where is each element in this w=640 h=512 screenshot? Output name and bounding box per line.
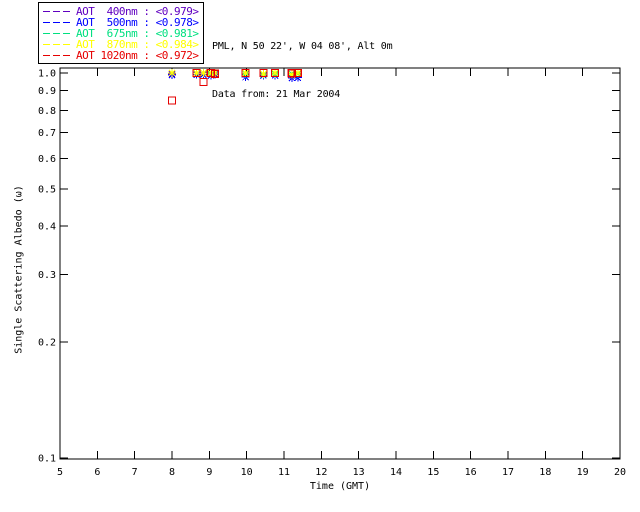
legend-dash-line xyxy=(43,22,72,23)
y-axis-label: Single Scattering Albedo (ω) xyxy=(13,185,25,354)
x-tick-label: 5 xyxy=(57,467,63,478)
y-tick-label: 1.0 xyxy=(38,69,56,80)
x-tick-label: 10 xyxy=(241,467,253,478)
site-info: PML, N 50 22', W 04 08', Alt 0m xyxy=(212,41,393,52)
x-tick-label: 20 xyxy=(614,467,626,478)
data-marker-square xyxy=(199,77,208,87)
x-axis-label: Time (GMT) xyxy=(309,481,371,492)
y-tick-label: 0.7 xyxy=(38,128,56,139)
y-tick-label: 0.4 xyxy=(38,222,56,233)
x-tick-label: 9 xyxy=(206,467,212,478)
x-tick-label: 6 xyxy=(94,467,100,478)
x-tick-label: 11 xyxy=(278,467,290,478)
x-tick-label: 19 xyxy=(577,467,589,478)
legend-entry-label: AOT 1020nm : <0.972> xyxy=(76,49,199,62)
ssa-plot-page: 5 6 7 8 9 10 11 12 13 14 15 16 17 18 19 20 1.0 0.9 0.8 0.7 0… xyxy=(0,0,640,512)
legend-dash-line xyxy=(43,33,72,34)
x-tick-label: 13 xyxy=(353,467,365,478)
legend-dash-line xyxy=(43,11,72,12)
data-marker-square xyxy=(167,96,177,105)
x-tick-label: 14 xyxy=(390,467,402,478)
y-tick-label: 0.1 xyxy=(38,454,56,465)
y-tick-label: 0.5 xyxy=(38,184,56,195)
data-marker-asterisk xyxy=(168,69,176,77)
plot-header: PML, N 50 22', W 04 08', Alt 0m Data fro… xyxy=(212,7,393,135)
data-date: Data from: 21 Mar 2004 xyxy=(212,89,341,100)
y-tick-label: 0.3 xyxy=(38,270,56,281)
x-tick-label: 7 xyxy=(132,467,138,478)
legend-dash-line xyxy=(43,44,72,45)
x-tick-label: 12 xyxy=(315,467,327,478)
x-tick-label: 17 xyxy=(502,467,514,478)
y-tick-label: 0.8 xyxy=(38,106,56,117)
legend-entry: AOT 1020nm : <0.972> xyxy=(42,50,201,61)
y-tick-label: 0.9 xyxy=(38,86,56,97)
legend-dash-line xyxy=(43,55,72,56)
x-tick-label: 15 xyxy=(427,467,439,478)
y-tick-label: 0.6 xyxy=(38,154,56,165)
x-tick-label: 16 xyxy=(465,467,477,478)
x-tick-label: 18 xyxy=(539,467,551,478)
x-tick-label: 8 xyxy=(169,467,175,478)
legend-box: AOT 400nm : <0.979> AOT 500nm : <0.978> AO… xyxy=(38,2,204,64)
y-tick-label: 0.2 xyxy=(38,338,56,349)
